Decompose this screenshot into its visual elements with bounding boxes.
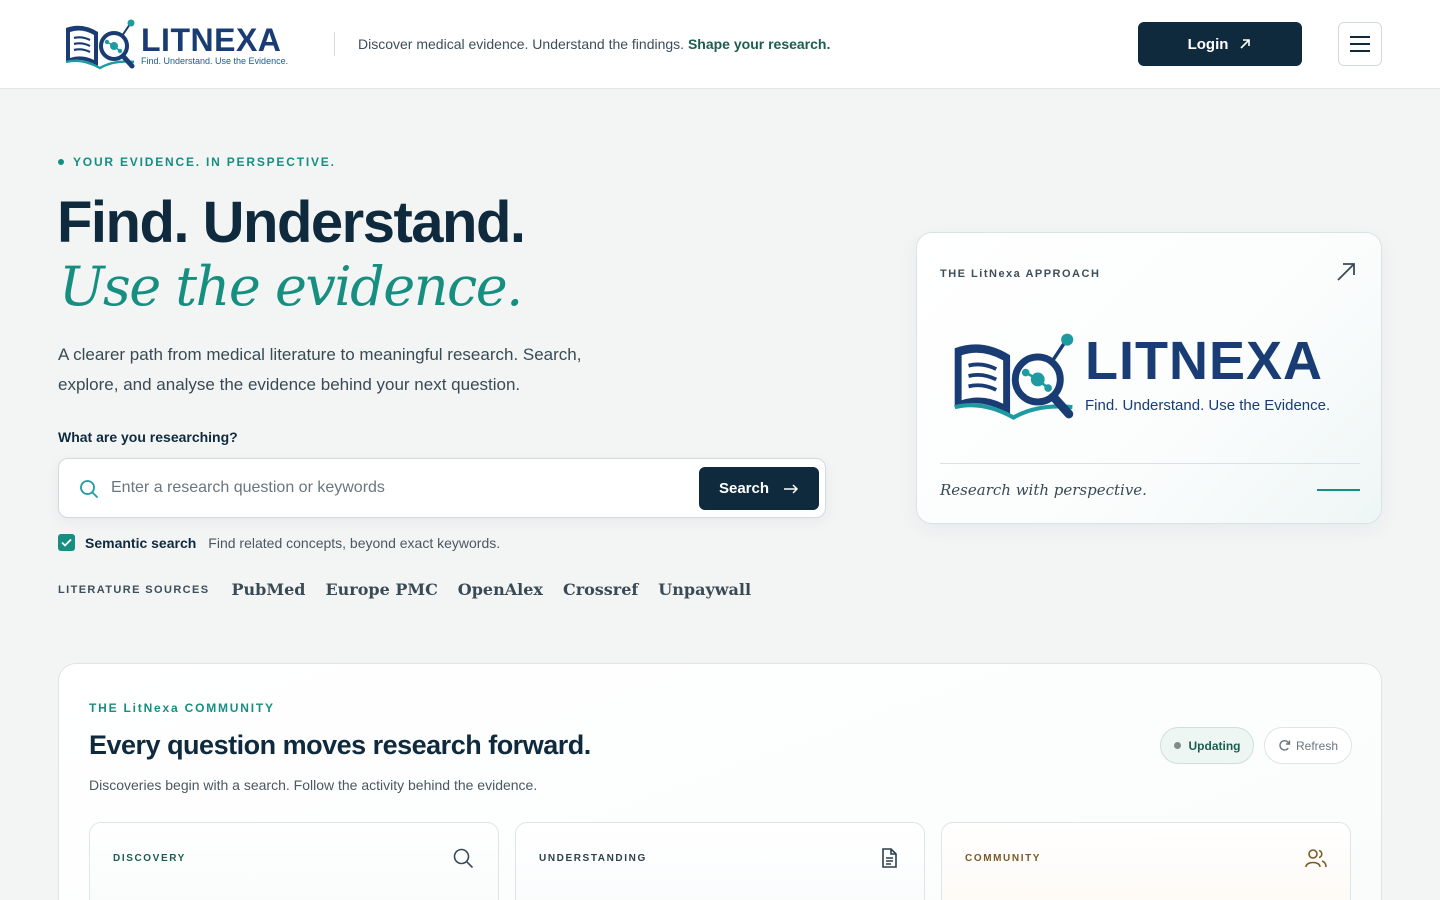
source-openalex: OpenAlex: [457, 580, 543, 599]
site-header: LITNEXA Find. Understand. Use the Eviden…: [0, 0, 1440, 89]
community-card-label: COMMUNITY: [965, 853, 1042, 864]
hero-title: Find. Understand.: [57, 190, 526, 255]
arrow-up-right-icon: [1337, 263, 1355, 281]
refresh-icon: [1279, 740, 1291, 751]
users-icon: [1305, 849, 1327, 868]
status-dot: [1173, 742, 1181, 749]
hero-description: A clearer path from medical literature t…: [58, 345, 582, 394]
search-label: What are you researching?: [58, 429, 238, 445]
semantic-search-checkbox[interactable]: [58, 534, 75, 551]
menu-button[interactable]: [1338, 22, 1382, 66]
search-icon: [80, 480, 98, 498]
approach-logo: LITNEXA Find. Understand. Use the Eviden…: [951, 331, 1351, 421]
understanding-card-label: UNDERSTANDING: [539, 853, 647, 864]
brand-logo[interactable]: LITNEXA Find. Understand. Use the Eviden…: [64, 18, 296, 70]
checkmark-icon: [61, 538, 72, 547]
approach-title: THE LitNexa APPROACH: [940, 268, 1101, 280]
header-divider: [334, 32, 335, 56]
brand-tagline: Find. Understand. Use the Evidence.: [141, 56, 289, 66]
community-title: Every question moves research forward.: [89, 730, 591, 760]
book-magnifier-logo-icon: [954, 333, 1074, 420]
search-icon: [453, 848, 473, 868]
community-section: THE LitNexa COMMUNITY Every question mov…: [58, 663, 1382, 900]
header-tagline-strong: Shape your research.: [687, 36, 831, 52]
arrow-up-right-icon: [1240, 39, 1251, 49]
source-pubmed: PubMed: [231, 580, 306, 599]
arrow-right-icon: [784, 483, 799, 494]
hero-eyebrow-text: YOUR EVIDENCE. IN PERSPECTIVE.: [73, 155, 336, 169]
approach-divider: [940, 463, 1360, 464]
understanding-card[interactable]: UNDERSTANDING: [515, 822, 925, 900]
eyebrow-dot: [58, 159, 64, 165]
refresh-label: Refresh: [1295, 738, 1339, 753]
discovery-card[interactable]: DISCOVERY: [89, 822, 499, 900]
approach-card[interactable]: THE LitNexa APPROACH LITNEXA Find. Under…: [916, 232, 1382, 524]
approach-footer: Research with perspective.: [940, 481, 1147, 499]
literature-sources: LITERATURE SOURCES PubMed Europe PMC Ope…: [58, 580, 751, 599]
hero-eyebrow: YOUR EVIDENCE. IN PERSPECTIVE.: [58, 155, 336, 169]
community-description: Discoveries begin with a search. Follow …: [89, 777, 538, 793]
approach-accent-line: [1317, 489, 1360, 491]
hamburger-menu-icon: [1350, 36, 1370, 52]
login-button[interactable]: Login: [1138, 22, 1302, 66]
search-button-label: Search: [718, 480, 770, 497]
approach-logo-tagline: Find. Understand. Use the Evidence.: [1085, 397, 1331, 414]
source-unpaywall: Unpaywall: [658, 580, 752, 599]
header-tagline: Discover medical evidence. Understand th…: [358, 36, 830, 52]
community-eyebrow: THE LitNexa COMMUNITY: [89, 701, 275, 715]
status-text: Updating: [1188, 738, 1241, 753]
refresh-button[interactable]: Refresh: [1264, 727, 1352, 764]
header-tagline-plain: Discover medical evidence. Understand th…: [358, 36, 685, 52]
community-card[interactable]: COMMUNITY: [941, 822, 1351, 900]
semantic-search-label[interactable]: Semantic search: [85, 535, 196, 551]
status-badge: Updating: [1160, 727, 1254, 764]
approach-logo-name: LITNEXA: [1085, 331, 1324, 391]
login-label: Login: [1187, 35, 1229, 53]
book-magnifier-logo-icon: [65, 19, 135, 70]
brand-name: LITNEXA: [141, 22, 282, 58]
semantic-search-hint: Find related concepts, beyond exact keyw…: [208, 534, 501, 551]
discovery-card-label: DISCOVERY: [113, 853, 186, 864]
search-button[interactable]: Search: [699, 467, 819, 510]
hero-subtitle: Use the evidence.: [59, 255, 523, 318]
semantic-search-option: Semantic search Find related concepts, b…: [58, 534, 500, 551]
search-input[interactable]: [111, 469, 681, 507]
sources-label: LITERATURE SOURCES: [58, 583, 210, 596]
document-icon: [882, 848, 897, 868]
source-crossref: Crossref: [562, 580, 639, 599]
source-europe-pmc: Europe PMC: [325, 580, 438, 599]
search-box: Search: [58, 458, 826, 518]
